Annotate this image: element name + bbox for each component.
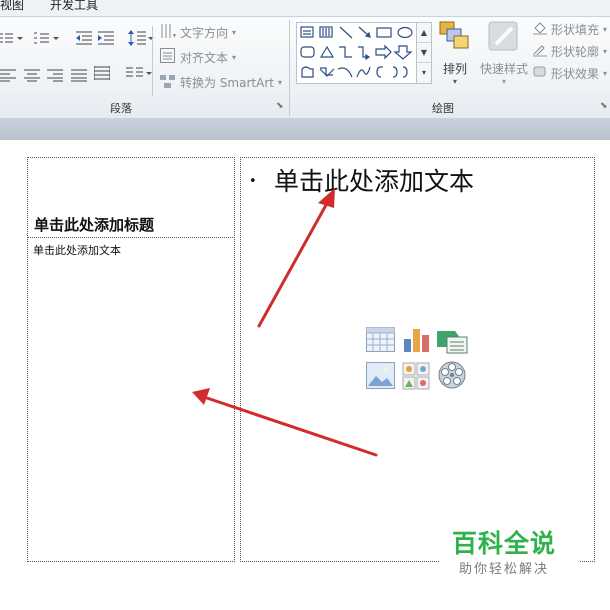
watermark-title: 百科全说 [452, 529, 557, 558]
arrow-to-bullet-text [257, 194, 333, 328]
arrow-to-left-placeholder [199, 394, 378, 457]
watermark: 百科全说 助你轻松解决 [440, 522, 580, 582]
watermark-subtitle: 助你轻松解决 [459, 562, 550, 577]
arrowhead-icon [192, 388, 210, 405]
arrowhead-icon [318, 188, 335, 208]
annotation-arrows [192, 188, 378, 457]
